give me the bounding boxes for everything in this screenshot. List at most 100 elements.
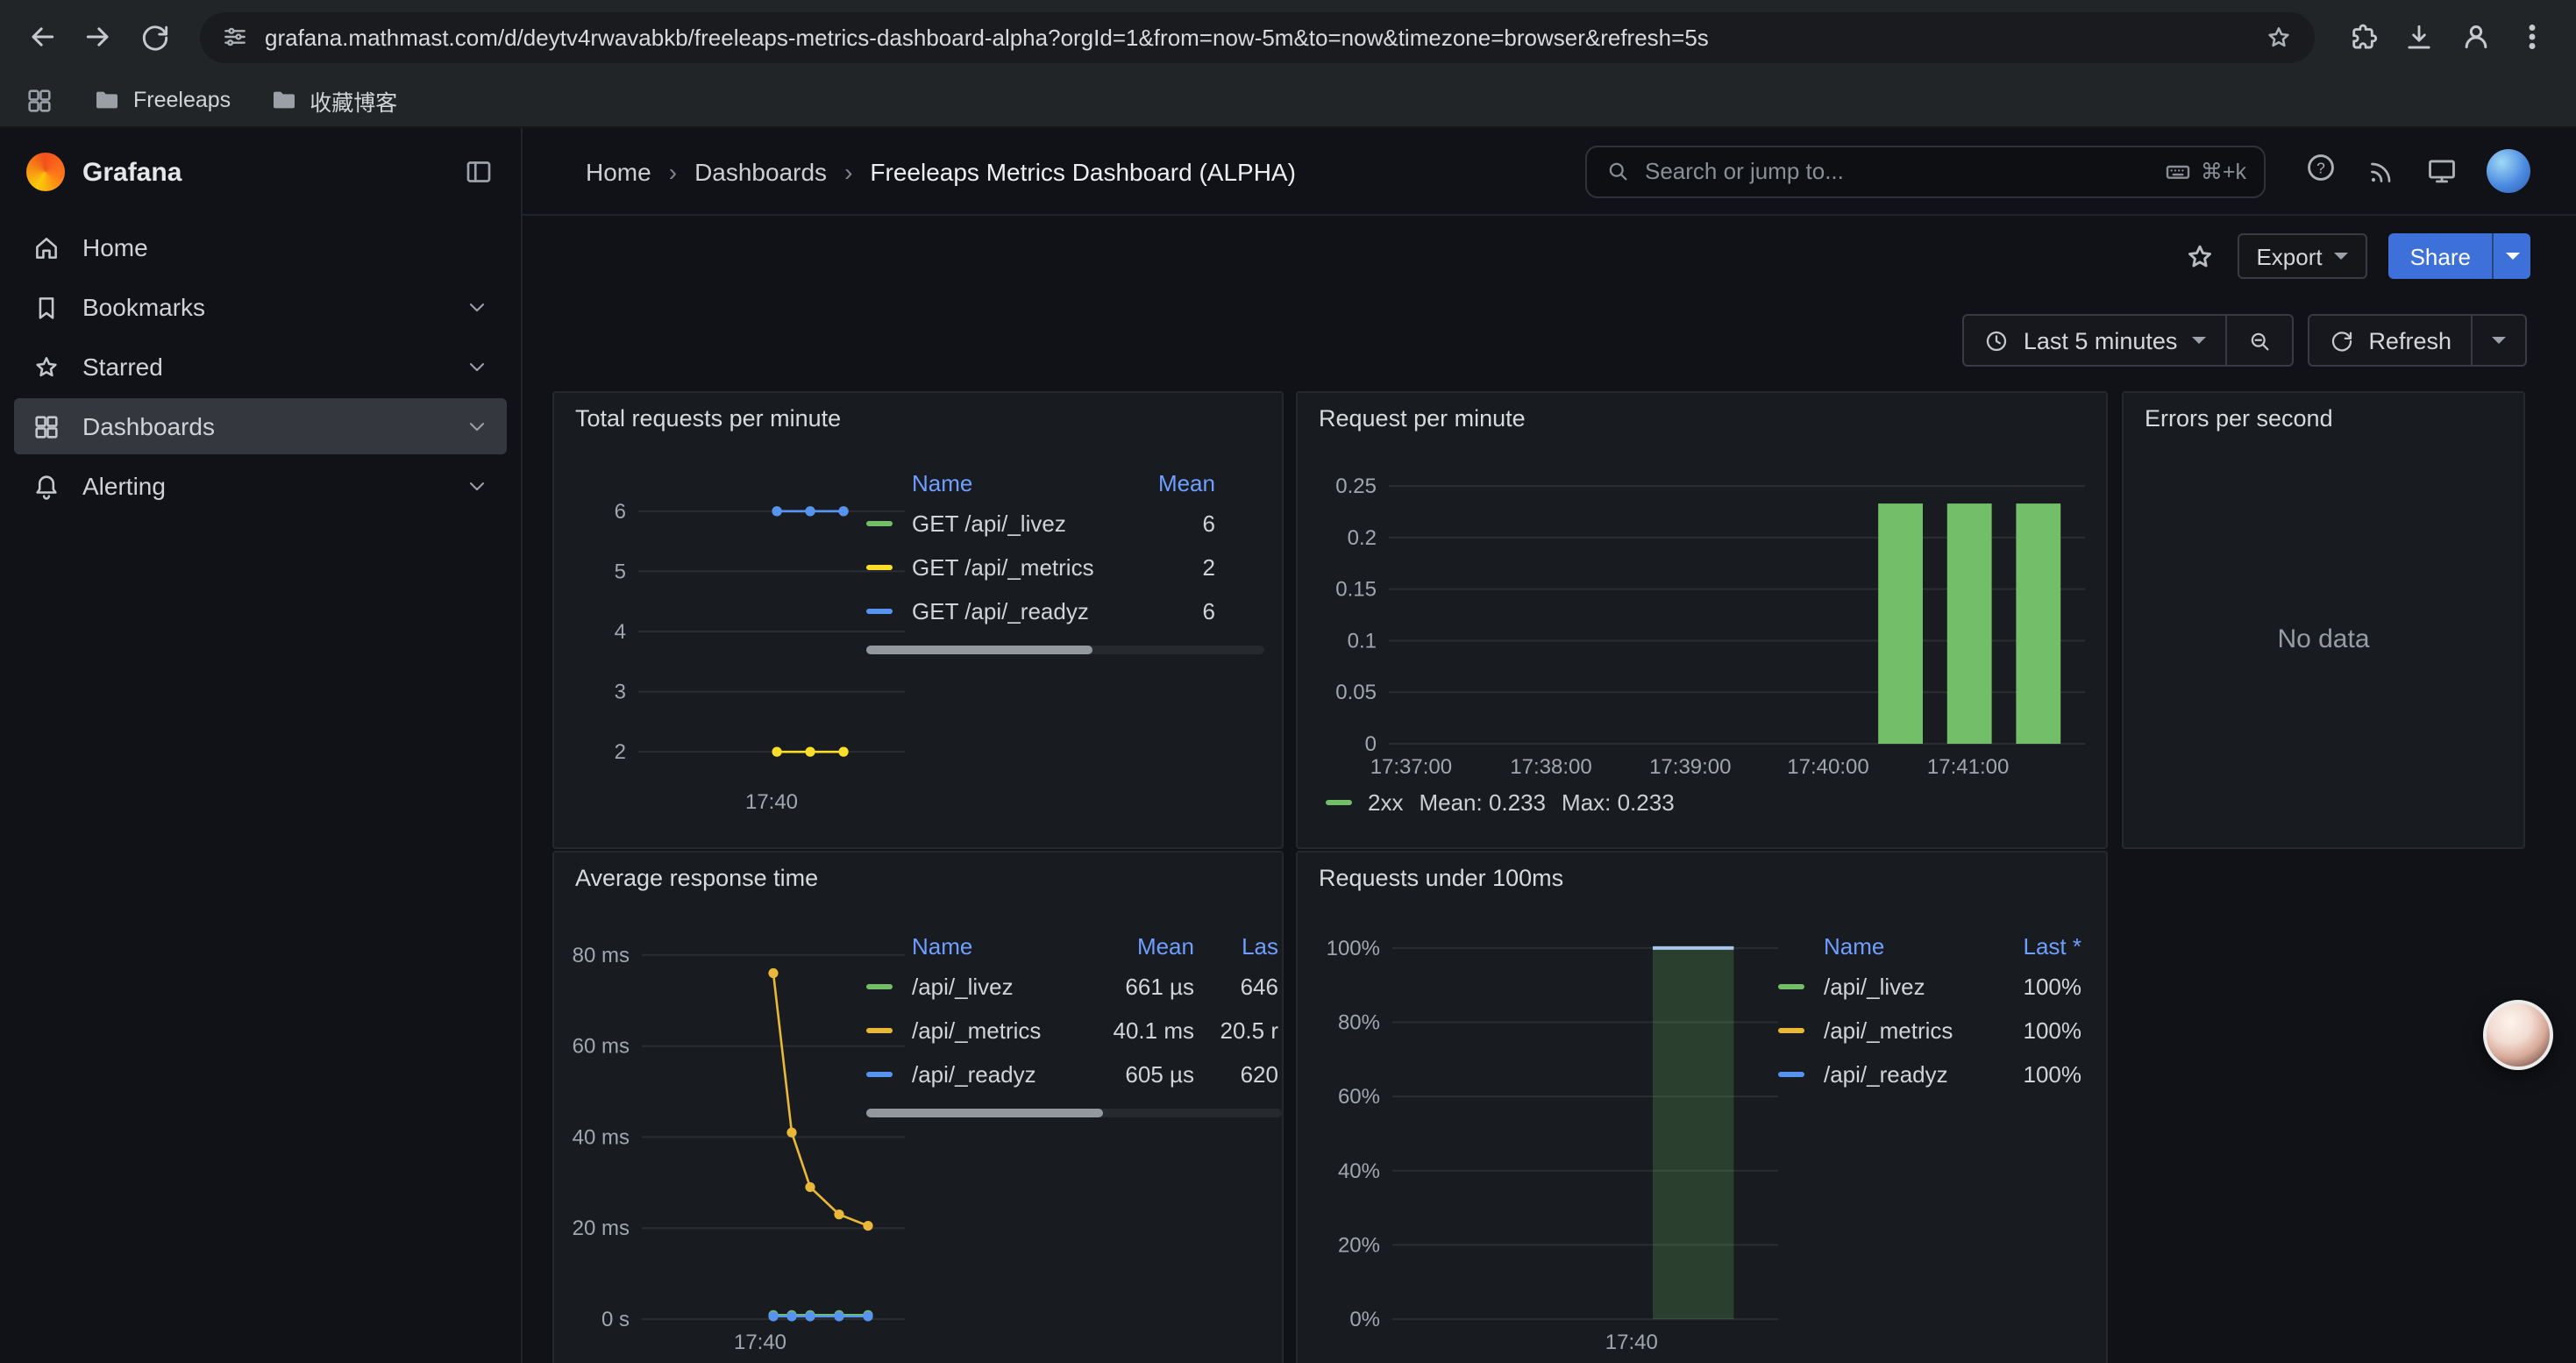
favorite-star-icon[interactable]	[2182, 239, 2216, 273]
screen: Freeleaps 收藏博客 Grafana Home	[0, 0, 2576, 1363]
legend-row: /api/_livez 100%	[1778, 965, 2081, 1009]
omnibox[interactable]	[200, 11, 2315, 62]
news-rss-icon[interactable]	[2366, 155, 2397, 187]
series-dash	[1326, 800, 1352, 805]
legend-row: /api/_metrics 100%	[1778, 1009, 2081, 1053]
legend-row: /api/_livez 661 µs 646	[866, 965, 1282, 1009]
legend-scrollbar	[866, 646, 1264, 654]
forward-icon[interactable]	[74, 12, 123, 61]
export-button[interactable]: Export	[2237, 233, 2367, 279]
zoom-out-button[interactable]	[2226, 316, 2291, 365]
grafana-app: Grafana Home Bookmarks Star	[0, 128, 2576, 1363]
extensions-icon[interactable]	[2346, 20, 2380, 54]
scrollbar-thumb[interactable]	[866, 646, 1093, 654]
search-box[interactable]: ⌘+k	[1585, 145, 2266, 197]
back-icon[interactable]	[18, 12, 67, 61]
reload-icon[interactable]	[130, 12, 179, 61]
panel-title[interactable]: Errors per second	[2145, 405, 2333, 432]
bookmark-folder-freeleaps[interactable]: Freeleaps	[93, 86, 231, 114]
share-button-label[interactable]: Share	[2389, 233, 2492, 279]
assistant-avatar[interactable]	[2483, 1000, 2553, 1070]
dashboard-actions: Export Share	[523, 216, 2576, 296]
folder-icon	[269, 86, 297, 114]
chevron-down-icon[interactable]	[465, 474, 489, 498]
bookmarks-bar: Freeleaps 收藏博客	[0, 74, 2576, 128]
svg-text:3: 3	[615, 681, 626, 704]
refresh-label: Refresh	[2368, 327, 2451, 353]
series-dash	[866, 1028, 893, 1033]
svg-text:17:37:00: 17:37:00	[1370, 755, 1452, 779]
svg-text:0.05: 0.05	[1335, 681, 1377, 704]
keyboard-icon	[2164, 157, 2192, 185]
sidebar-header: Grafana	[0, 128, 521, 216]
panel-title[interactable]: Average response time	[575, 865, 818, 891]
user-avatar[interactable]	[2487, 149, 2530, 193]
profile-icon[interactable]	[2459, 19, 2494, 54]
download-icon[interactable]	[2402, 20, 2436, 54]
legend-header: Name Last *	[1778, 926, 2081, 965]
legend-average-response-time: Name Mean Las /api/_livez 661 µs 646 /ap…	[866, 926, 1282, 1117]
monitor-icon[interactable]	[2425, 154, 2459, 188]
series-dash	[866, 609, 893, 614]
sidebar-item-alerting[interactable]: Alerting	[14, 458, 507, 514]
chevron-down-icon[interactable]	[465, 354, 489, 379]
home-icon	[32, 232, 61, 262]
apps-grid-icon[interactable]	[25, 85, 54, 115]
chevron-down-icon	[2335, 253, 2349, 260]
chevron-down-icon[interactable]	[465, 295, 489, 319]
legend-row: /api/_readyz 100%	[1778, 1053, 2081, 1096]
chart-total-requests[interactable]: 6543217:40	[565, 456, 915, 831]
svg-text:17:40:00: 17:40:00	[1787, 755, 1868, 779]
refresh-interval-dropdown[interactable]	[2473, 316, 2525, 365]
panel-title[interactable]: Total requests per minute	[575, 405, 841, 432]
share-dropdown[interactable]	[2492, 233, 2530, 279]
legend-header: Name Mean	[866, 463, 1264, 502]
sidebar-item-label: Home	[82, 233, 148, 261]
search-input[interactable]	[1645, 158, 2150, 184]
svg-text:4: 4	[615, 620, 626, 644]
series-mean: Mean: 0.233	[1419, 789, 1546, 816]
bookmark-star-icon[interactable]	[2264, 22, 2294, 52]
breadcrumb-dashboards[interactable]: Dashboards	[694, 157, 827, 185]
sidebar-item-home[interactable]: Home	[14, 219, 507, 275]
legend-row: GET /api/_metrics 2	[866, 546, 1264, 589]
bookmark-folder-blogs[interactable]: 收藏博客	[269, 83, 397, 117]
url-input[interactable]	[265, 24, 2248, 50]
panel-title[interactable]: Request per minute	[1319, 405, 1526, 432]
dashboards-grid-icon	[32, 411, 61, 441]
chart-requests-under-100ms[interactable]: 100%80%60%40%20%0%17:40	[1308, 916, 1792, 1363]
panel-errors-per-second: Errors per second No data	[2122, 391, 2525, 849]
svg-text:0.25: 0.25	[1335, 475, 1377, 498]
svg-text:?: ?	[2316, 158, 2325, 175]
help-icon[interactable]: ?	[2304, 150, 2338, 192]
panel-title[interactable]: Requests under 100ms	[1319, 865, 1563, 891]
chart-average-response-time[interactable]: 80 ms60 ms40 ms20 ms0 s17:40	[565, 916, 915, 1363]
svg-text:0.1: 0.1	[1348, 629, 1377, 653]
svg-text:40 ms: 40 ms	[573, 1125, 630, 1149]
svg-text:17:40: 17:40	[1605, 1331, 1658, 1354]
breadcrumb-home[interactable]: Home	[586, 157, 651, 185]
sidebar-toggle-icon[interactable]	[463, 156, 495, 188]
series-name[interactable]: 2xx	[1368, 789, 1403, 816]
series-dash	[866, 984, 893, 989]
svg-text:0 s: 0 s	[601, 1308, 630, 1331]
sidebar-item-starred[interactable]: Starred	[14, 339, 507, 395]
sidebar-item-dashboards[interactable]: Dashboards	[14, 398, 507, 454]
site-info-icon[interactable]	[221, 23, 249, 51]
no-data-message: No data	[2124, 624, 2523, 654]
legend-row: GET /api/_readyz 6	[866, 589, 1264, 633]
series-dash	[866, 521, 893, 526]
svg-text:80 ms: 80 ms	[573, 944, 630, 967]
sidebar-item-bookmarks[interactable]: Bookmarks	[14, 279, 507, 335]
menu-kebab-icon[interactable]	[2516, 21, 2548, 53]
time-range-label: Last 5 minutes	[2024, 327, 2178, 353]
chevron-down-icon[interactable]	[465, 414, 489, 439]
grafana-logo[interactable]	[26, 153, 65, 191]
refresh-button[interactable]: Refresh	[2309, 316, 2471, 365]
chart-request-per-minute[interactable]: 0.250.20.150.10.05017:37:0017:38:0017:39…	[1308, 456, 2099, 789]
time-range-picker[interactable]: Last 5 minutes	[1964, 316, 2225, 365]
share-button[interactable]: Share	[2389, 233, 2530, 279]
main-area: Home › Dashboards › Freeleaps Metrics Da…	[523, 128, 2576, 1363]
scrollbar-thumb[interactable]	[866, 1109, 1103, 1117]
breadcrumb-separator: ›	[669, 157, 677, 185]
